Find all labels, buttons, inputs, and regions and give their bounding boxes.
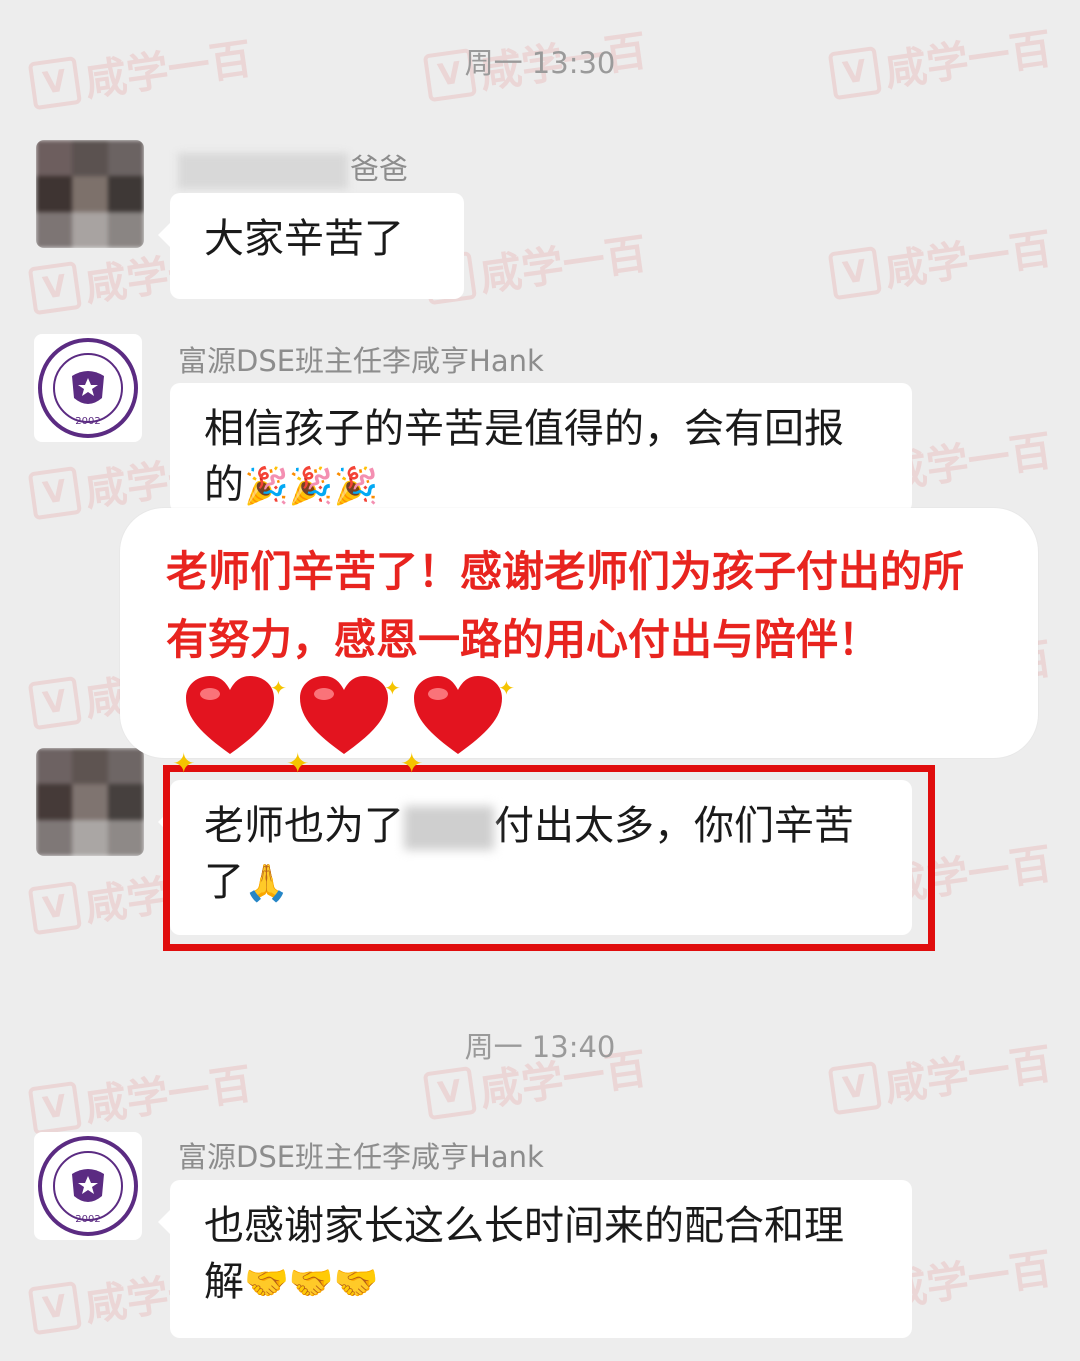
school-logo-icon: 2002: [38, 338, 138, 438]
message-bubble[interactable]: 大家辛苦了: [158, 193, 464, 299]
school-logo-icon: 2002: [38, 1136, 138, 1236]
sender-name: 富源DSE班主任李咸亨Hank: [178, 1140, 544, 1174]
hearts-decoration: ✦ ✦ ✦ ✦ ✦ ✦: [172, 674, 515, 780]
sender-name: 爸爸: [178, 146, 408, 189]
party-popper-icon: 🎉🎉🎉: [244, 466, 379, 507]
message-text: 大家辛苦了: [204, 216, 404, 262]
overlay-text: 老师们辛苦了！感谢老师们为孩子付出的所有努力，感恩一路的用心付出与陪伴！: [166, 547, 965, 664]
svg-text:2002: 2002: [75, 416, 100, 427]
overlay-caption: 老师们辛苦了！感谢老师们为孩子付出的所有努力，感恩一路的用心付出与陪伴！ ✦ ✦…: [120, 508, 1038, 780]
handshake-icon: 🤝🤝🤝: [244, 1263, 379, 1304]
pray-hands-icon: 🙏: [244, 863, 289, 904]
message-bubble[interactable]: 相信孩子的辛苦是值得的，会有回报的🎉🎉🎉: [170, 383, 912, 513]
sender-name: 富源DSE班主任李咸亨Hank: [178, 344, 544, 378]
avatar[interactable]: 2002: [34, 334, 142, 442]
avatar[interactable]: [36, 140, 144, 248]
timestamp: 周一 13:40: [464, 1030, 616, 1064]
message-bubble[interactable]: 老师也为了 付出太多，你们辛苦了🙏: [158, 780, 912, 935]
avatar[interactable]: [36, 748, 144, 856]
svg-text:2002: 2002: [75, 1214, 100, 1225]
message-bubble[interactable]: 也感谢家长这么长时间来的配合和理解🤝🤝🤝: [158, 1180, 912, 1338]
avatar[interactable]: 2002: [34, 1132, 142, 1240]
heart-icon: ✦ ✦: [400, 676, 515, 780]
heart-icon: ✦ ✦: [172, 676, 287, 780]
blurred-text: [404, 806, 494, 850]
blurred-name: [178, 153, 348, 189]
message-text: 老师也为了: [204, 803, 404, 849]
watermark: V咸学一百: [827, 215, 1055, 306]
timestamp: 周一 13:30: [464, 46, 616, 80]
heart-icon: ✦ ✦: [286, 676, 401, 780]
